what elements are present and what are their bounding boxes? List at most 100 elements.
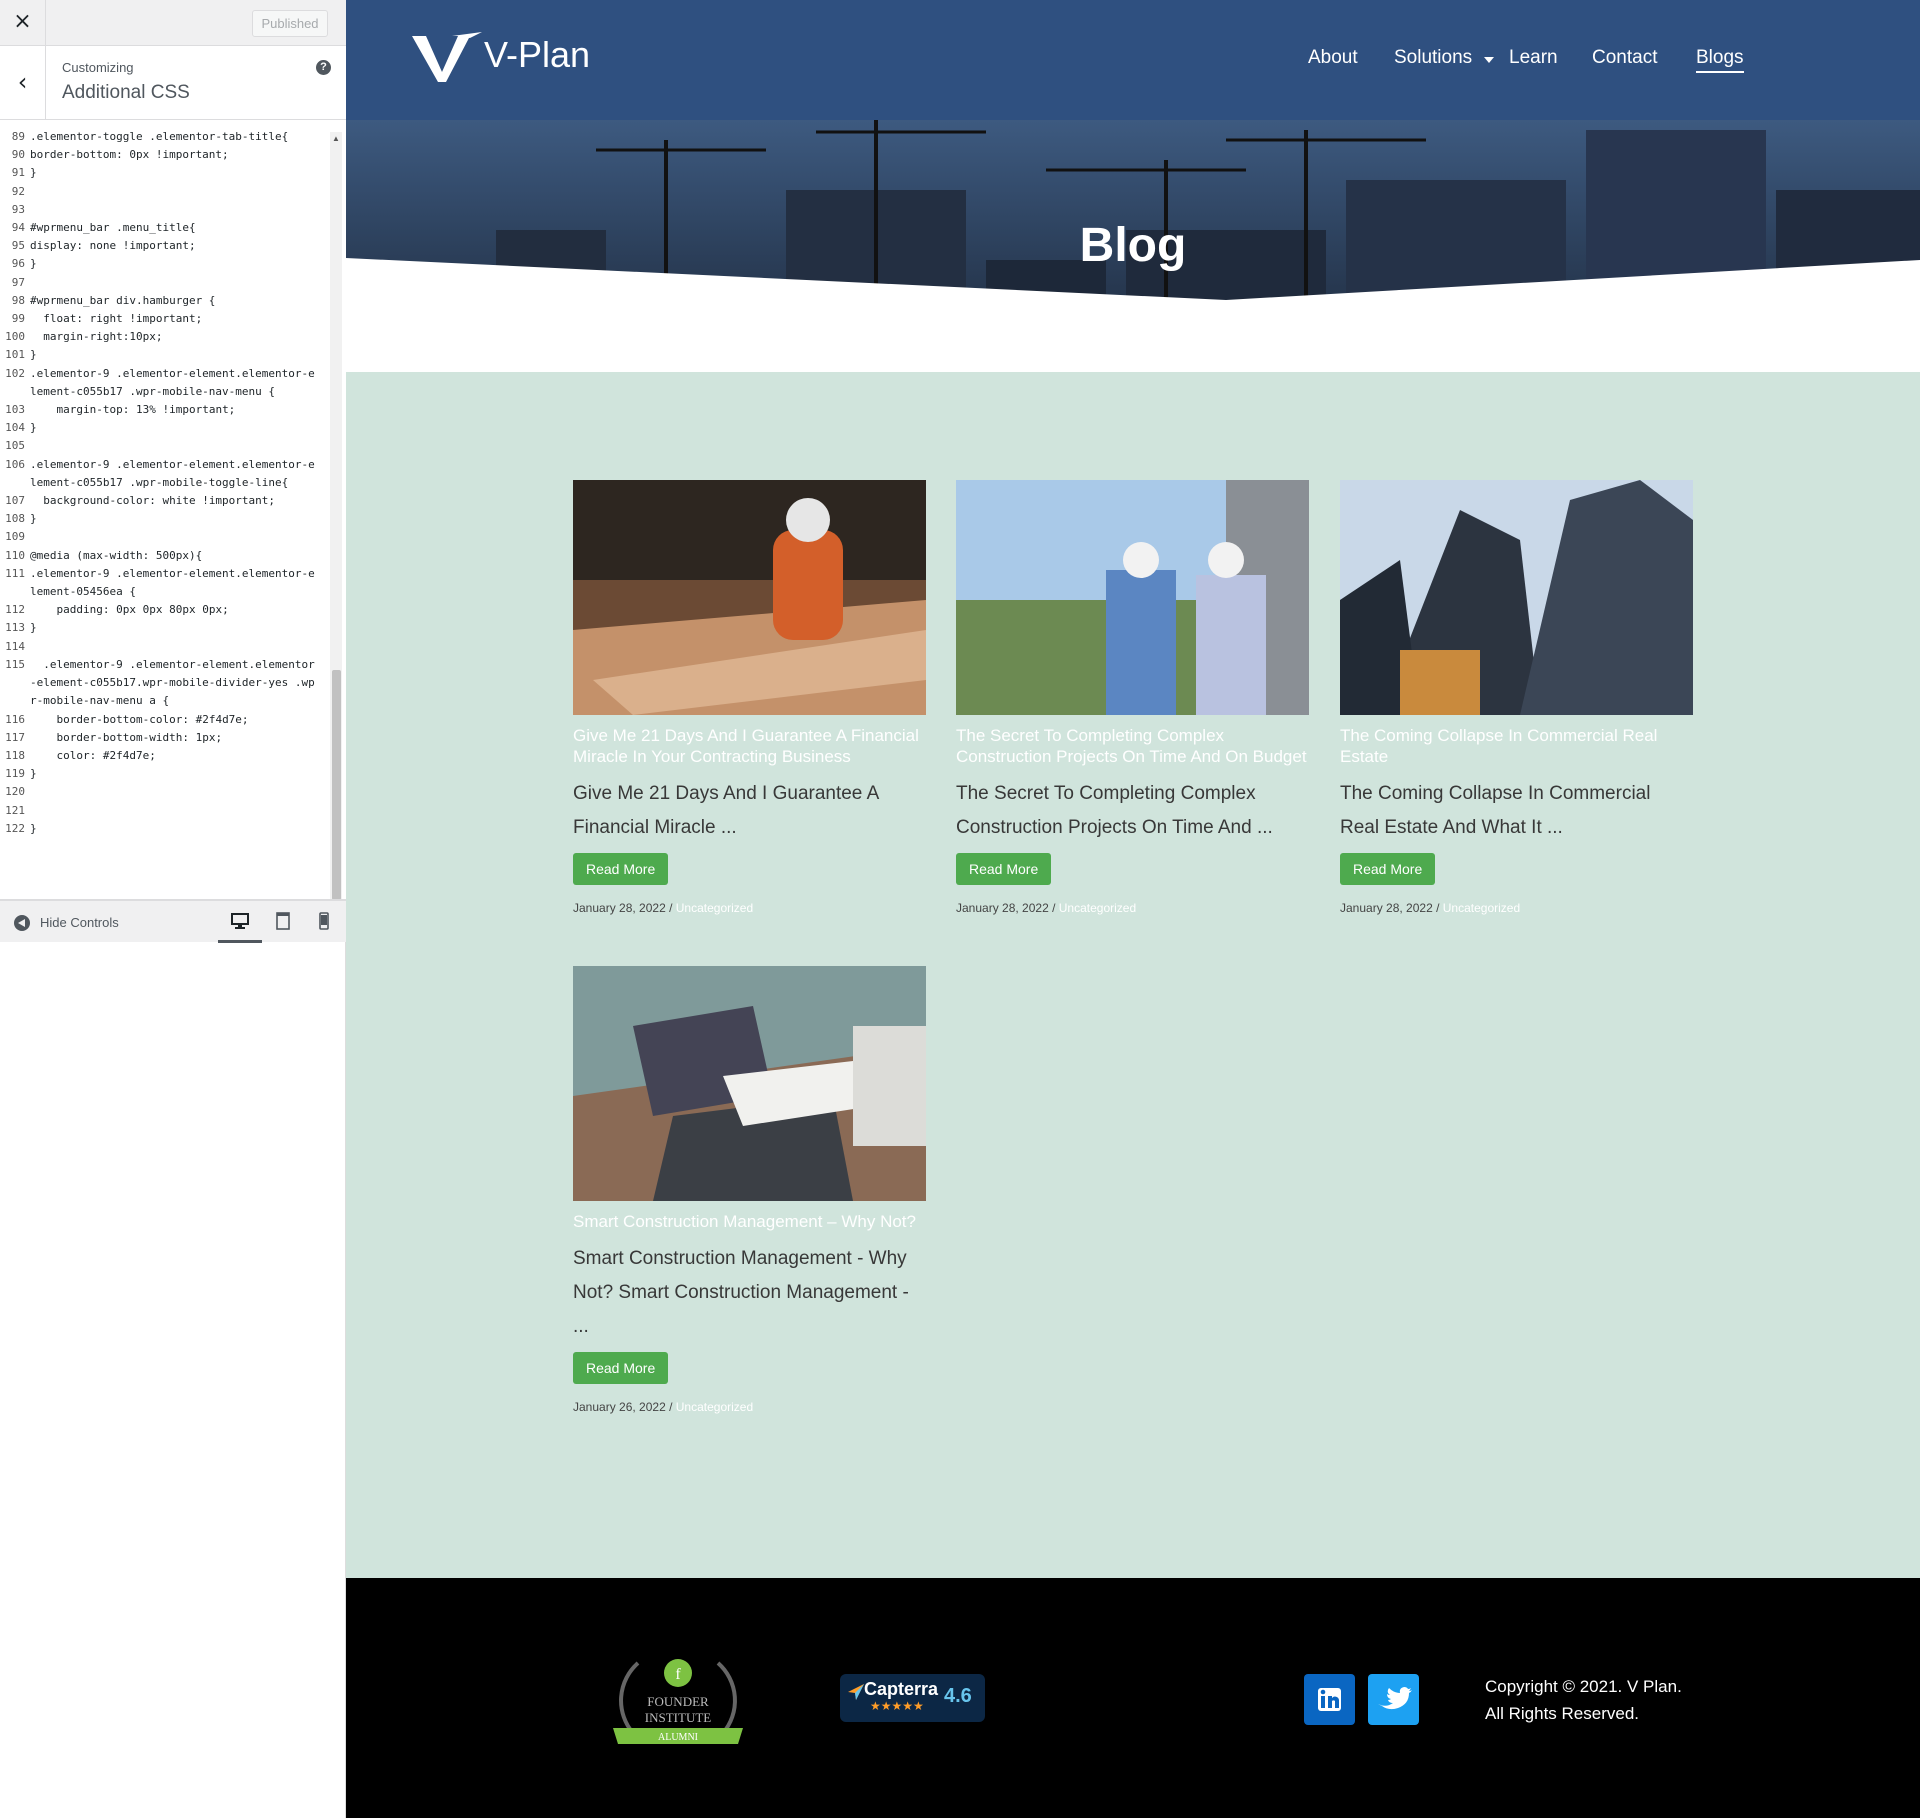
code-text[interactable]: } <box>30 820 320 838</box>
read-more-button[interactable]: Read More <box>573 853 669 885</box>
code-text[interactable]: } <box>30 164 320 182</box>
code-line: 110 @media (max-width: 500px){ <box>0 547 330 565</box>
code-text[interactable]: } <box>30 510 320 528</box>
code-text[interactable] <box>30 802 320 820</box>
read-more-button[interactable]: Read More <box>1340 853 1436 885</box>
code-text[interactable]: border-bottom: 0px !important; <box>30 146 320 164</box>
published-button[interactable]: Published <box>252 10 328 37</box>
line-number: 111 <box>5 566 25 580</box>
code-text[interactable]: .elementor-toggle .elementor-tab-title{ <box>30 128 320 146</box>
meta-separator: / <box>665 1400 676 1414</box>
code-line: 109 <box>0 528 330 546</box>
chevron-down-icon[interactable] <box>1484 57 1494 63</box>
code-text[interactable] <box>30 274 320 292</box>
code-text[interactable]: .elementor-9 .elementor-element.elemento… <box>30 656 320 711</box>
site-footer: f FOUNDER INSTITUTE ALUMNI Capterra ★★★★… <box>346 1578 1920 1818</box>
post-overlay-title[interactable]: The Secret To Completing Complex Constru… <box>956 725 1309 767</box>
hero-banner: Blog <box>346 120 1920 372</box>
linkedin-button[interactable] <box>1304 1674 1355 1725</box>
nav-about[interactable]: About <box>1308 47 1358 69</box>
code-text[interactable]: .elementor-9 .elementor-element.elemento… <box>30 365 320 401</box>
read-more-button[interactable]: Read More <box>573 1352 669 1384</box>
badge-line1: FOUNDER <box>647 1694 709 1709</box>
code-text[interactable] <box>30 183 320 201</box>
code-line: 92 <box>0 183 330 201</box>
nav-solutions[interactable]: Solutions <box>1394 47 1472 69</box>
collapse-arrow-icon[interactable] <box>14 915 30 931</box>
post-thumbnail[interactable] <box>956 480 1309 715</box>
desktop-preview-icon[interactable] <box>229 911 251 931</box>
code-text[interactable]: } <box>30 619 320 637</box>
code-text[interactable] <box>30 638 320 656</box>
back-button[interactable]: ‹ <box>0 46 46 120</box>
scroll-up-arrow-icon[interactable]: ▲ <box>330 134 342 143</box>
code-text[interactable]: .elementor-9 .elementor-element.elemento… <box>30 565 320 601</box>
post-overlay-title[interactable]: Smart Construction Management – Why Not? <box>573 1211 926 1232</box>
post-title[interactable]: Give Me 21 Days And I Guarantee A Financ… <box>573 777 926 845</box>
code-text[interactable] <box>30 437 320 455</box>
help-icon[interactable]: ? <box>316 60 331 75</box>
code-line: 118 color: #2f4d7e; <box>0 747 330 765</box>
code-text[interactable]: @media (max-width: 500px){ <box>30 547 320 565</box>
editor-scrollbar-thumb[interactable] <box>332 670 341 899</box>
line-number: 102 <box>5 366 25 380</box>
code-text[interactable]: border-bottom-color: #2f4d7e; <box>30 711 320 729</box>
nav-contact[interactable]: Contact <box>1592 47 1657 69</box>
twitter-icon <box>1378 1687 1412 1710</box>
code-text[interactable]: color: #2f4d7e; <box>30 747 320 765</box>
code-text[interactable]: border-bottom-width: 1px; <box>30 729 320 747</box>
hide-controls-button[interactable]: Hide Controls <box>40 915 119 930</box>
line-number: 113 <box>5 621 25 635</box>
twitter-button[interactable] <box>1368 1674 1419 1725</box>
capterra-arrow-icon <box>848 1684 864 1700</box>
code-text[interactable]: display: none !important; <box>30 237 320 255</box>
code-line: 89 .elementor-toggle .elementor-tab-title… <box>0 128 330 146</box>
code-text[interactable]: #wprmenu_bar .menu_title{ <box>30 219 320 237</box>
code-text[interactable]: margin-right:10px; <box>30 328 320 346</box>
post-title[interactable]: The Secret To Completing Complex Constru… <box>956 777 1309 845</box>
line-number: 103 <box>5 403 25 417</box>
logo-text[interactable]: V-Plan <box>484 34 590 76</box>
copyright-text: Copyright © 2021. V Plan. All Rights Res… <box>1485 1673 1682 1727</box>
breadcrumb: Customizing <box>62 60 134 75</box>
code-text[interactable]: padding: 0px 0px 80px 0px; <box>30 601 320 619</box>
nav-learn[interactable]: Learn <box>1509 47 1558 69</box>
read-more-button[interactable]: Read More <box>956 853 1052 885</box>
code-text[interactable]: } <box>30 419 320 437</box>
code-text[interactable]: } <box>30 346 320 364</box>
tablet-preview-icon[interactable] <box>272 911 294 931</box>
line-number: 122 <box>5 821 25 835</box>
post-overlay-title[interactable]: The Coming Collapse In Commercial Real E… <box>1340 725 1693 767</box>
code-text[interactable]: float: right !important; <box>30 310 320 328</box>
post-title[interactable]: Smart Construction Management - Why Not?… <box>573 1242 926 1344</box>
close-customizer-button[interactable]: × <box>0 0 46 46</box>
post-thumbnail[interactable] <box>1340 480 1693 715</box>
code-text[interactable] <box>30 201 320 219</box>
meta-separator: / <box>1048 901 1059 915</box>
mobile-preview-icon[interactable] <box>313 911 335 931</box>
code-line: 94 #wprmenu_bar .menu_title{ <box>0 219 330 237</box>
copyright-line1: Copyright © 2021. V Plan. <box>1485 1677 1682 1696</box>
founder-institute-badge[interactable]: f FOUNDER INSTITUTE ALUMNI <box>608 1638 748 1758</box>
post-category-link[interactable]: Uncategorized <box>1059 901 1136 915</box>
code-text[interactable]: } <box>30 765 320 783</box>
post-thumbnail[interactable] <box>573 480 926 715</box>
code-text[interactable]: background-color: white !important; <box>30 492 320 510</box>
post-category-link[interactable]: Uncategorized <box>676 1400 753 1414</box>
post-title[interactable]: The Coming Collapse In Commercial Real E… <box>1340 777 1693 845</box>
code-text[interactable] <box>30 783 320 801</box>
meta-separator: / <box>1432 901 1443 915</box>
css-code-editor[interactable]: 89 .elementor-toggle .elementor-tab-title… <box>0 120 346 900</box>
capterra-badge[interactable]: Capterra ★★★★★ 4.6 <box>840 1674 985 1722</box>
code-text[interactable] <box>30 528 320 546</box>
code-text[interactable]: #wprmenu_bar div.hamburger { <box>30 292 320 310</box>
line-number: 100 <box>5 330 25 344</box>
nav-blogs[interactable]: Blogs <box>1696 47 1744 73</box>
post-category-link[interactable]: Uncategorized <box>1443 901 1520 915</box>
code-text[interactable]: margin-top: 13% !important; <box>30 401 320 419</box>
code-text[interactable]: } <box>30 255 320 273</box>
post-category-link[interactable]: Uncategorized <box>676 901 753 915</box>
post-overlay-title[interactable]: Give Me 21 Days And I Guarantee A Financ… <box>573 725 926 767</box>
code-text[interactable]: .elementor-9 .elementor-element.elemento… <box>30 456 320 492</box>
post-thumbnail[interactable] <box>573 966 926 1201</box>
